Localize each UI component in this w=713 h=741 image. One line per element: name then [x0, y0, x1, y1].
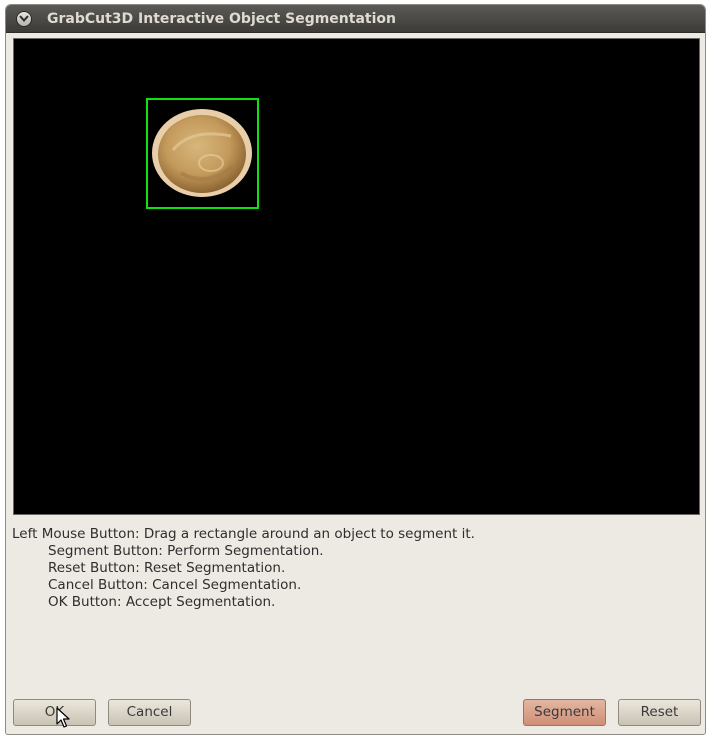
reset-button[interactable]: Reset: [618, 699, 701, 726]
chevron-down-icon: [19, 15, 29, 23]
instruction-cancel: Cancel Button: Cancel Segmentation.: [48, 577, 302, 593]
window-title: GrabCut3D Interactive Object Segmentatio…: [47, 11, 396, 27]
title-bar[interactable]: GrabCut3D Interactive Object Segmentatio…: [6, 5, 705, 33]
ok-button[interactable]: OK: [13, 699, 96, 726]
segmentation-canvas[interactable]: [13, 38, 700, 515]
dialog-window: GrabCut3D Interactive Object Segmentatio…: [5, 4, 706, 735]
cancel-button[interactable]: Cancel: [108, 699, 191, 726]
instruction-ok: OK Button: Accept Segmentation.: [48, 594, 276, 610]
window-menu-button[interactable]: [16, 11, 32, 27]
instruction-left-mouse: Left Mouse Button: Drag a rectangle arou…: [12, 526, 475, 542]
segment-button[interactable]: Segment: [523, 699, 606, 726]
instruction-segment: Segment Button: Perform Segmentation.: [48, 543, 324, 559]
instruction-reset: Reset Button: Reset Segmentation.: [48, 560, 286, 576]
selection-rectangle[interactable]: [146, 98, 259, 209]
instructions-text: Left Mouse Button: Drag a rectangle arou…: [12, 526, 475, 611]
